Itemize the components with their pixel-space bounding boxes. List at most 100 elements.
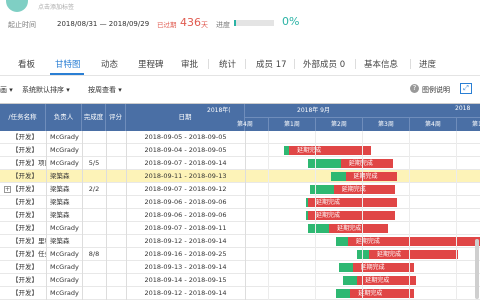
task-score xyxy=(106,287,126,300)
task-owner: McGrady xyxy=(50,133,79,141)
week-gridline xyxy=(409,131,410,300)
task-name: 【开发】里程 xyxy=(12,237,46,245)
task-name: 【开发】 xyxy=(12,198,38,206)
gantt-bar-label: 延期完成 xyxy=(353,173,378,180)
task-name: 【开发】 xyxy=(12,224,38,232)
task-score xyxy=(106,196,126,209)
task-score xyxy=(106,131,126,144)
task-score xyxy=(106,274,126,287)
task-row[interactable]: 【开发】 梁築森 2018-09-06 - 2018-09-06 延期完成 xyxy=(0,196,480,209)
sort-dropdown[interactable]: 系统默认排序 ▾ xyxy=(22,85,70,95)
progress-percent: 0% xyxy=(282,15,300,28)
column-header-score[interactable]: 评分 xyxy=(106,104,126,131)
task-score xyxy=(106,183,126,196)
task-completion xyxy=(82,196,106,209)
project-avatar[interactable] xyxy=(6,0,28,12)
tab-basic-info[interactable]: 基本信息 xyxy=(364,58,398,70)
task-completion xyxy=(82,235,106,248)
gantt-bar-label: 延期完成 xyxy=(315,199,340,206)
task-date-range: 2018-09-13 - 2018-09-14 xyxy=(144,263,227,271)
task-name: 【开发】 xyxy=(12,146,38,154)
tab-activity[interactable]: 动态 xyxy=(101,58,118,70)
expand-subtasks-icon[interactable]: + xyxy=(4,186,11,193)
gantt-bar-completed[interactable] xyxy=(336,237,348,246)
gantt-bar-completed[interactable] xyxy=(357,250,370,259)
task-date-range: 2018-09-05 - 2018-09-05 xyxy=(144,133,227,141)
task-completion xyxy=(82,261,106,274)
tab-milestones[interactable]: 里程碑 xyxy=(138,58,164,70)
task-row[interactable]: 【开发】 McGrady 2018-09-05 - 2018-09-05 xyxy=(0,131,480,144)
task-completion xyxy=(82,144,106,157)
tab-approval[interactable]: 审批 xyxy=(181,58,198,70)
column-divider xyxy=(126,131,127,300)
task-row[interactable]: 【开发】 梁築森 2018-09-11 - 2018-09-13 延期完成 xyxy=(0,170,480,183)
task-row[interactable]: 【开发】里程梁築森 2018-09-12 - 2018-09-14 延期完成 xyxy=(0,235,480,248)
tab-board[interactable]: 看板 xyxy=(18,58,35,70)
task-row[interactable]: 【开发】任务 McGrady 8/8 2018-09-16 - 2018-09-25 延… xyxy=(0,248,480,261)
gantt-bar-label: 延期完成 xyxy=(360,264,385,271)
column-header-completion[interactable]: 完成度 xyxy=(82,104,106,131)
timeline-week-label: 第4周 xyxy=(425,121,441,128)
timeline-week-label: 第3周 xyxy=(378,121,394,128)
timeline-week-label: 第1周 xyxy=(284,121,300,128)
column-header-task[interactable]: /任务名称 xyxy=(0,104,46,131)
help-icon[interactable]: ? xyxy=(410,84,419,93)
task-completion xyxy=(82,274,106,287)
task-date-range: 2018-09-16 - 2018-09-25 xyxy=(144,250,227,258)
task-row[interactable]: 【开发】 McGrady 2018-09-12 - 2018-09-14 延期完成 xyxy=(0,287,480,300)
tab-divider xyxy=(294,59,295,69)
task-row[interactable]: 【开发】 McGrady 2018-09-13 - 2018-09-14 延期完成 xyxy=(0,261,480,274)
tab-gantt[interactable]: 甘特图 xyxy=(55,58,81,70)
task-owner: McGrady xyxy=(50,276,79,284)
tab-progress[interactable]: 进度 xyxy=(419,58,436,70)
view-mode-dropdown[interactable]: 按周查看 ▾ xyxy=(88,85,122,95)
column-header-owner[interactable]: 负责人 xyxy=(46,104,82,131)
tab-external-members[interactable]: 外部成员 0 xyxy=(303,58,345,70)
task-date-range: 2018-09-07 - 2018-09-11 xyxy=(144,224,227,232)
gantt-bar-completed[interactable] xyxy=(310,185,334,194)
gantt-bar-completed[interactable] xyxy=(343,276,358,285)
gantt-bar-completed[interactable] xyxy=(338,263,353,272)
task-score xyxy=(106,235,126,248)
task-date-range: 2018-09-06 - 2018-09-06 xyxy=(144,211,227,219)
task-row[interactable]: 【开发】 梁築森 2018-09-06 - 2018-09-06 延期完成 xyxy=(0,209,480,222)
task-row[interactable]: 【开发】项目 McGrady 5/5 2018-09-07 - 2018-09-14 延… xyxy=(0,157,480,170)
tab-divider xyxy=(410,59,411,69)
tab-divider xyxy=(208,59,209,69)
task-owner: McGrady xyxy=(50,146,79,154)
tab-statistics[interactable]: 统计 xyxy=(219,58,236,70)
filter-dropdown[interactable]: 画 ▾ xyxy=(0,85,13,95)
task-score xyxy=(106,261,126,274)
task-completion xyxy=(82,209,106,222)
legend-link[interactable]: 图例说明 xyxy=(422,85,450,95)
project-tags[interactable]: 点击添加标签 xyxy=(38,2,74,11)
task-row[interactable]: 【开发】 McGrady 2018-09-07 - 2018-09-11 延期完成 xyxy=(0,222,480,235)
timeline-week-divider xyxy=(315,117,316,131)
expand-icon[interactable]: ⤢ xyxy=(460,83,472,94)
gantt-bar-completed[interactable] xyxy=(307,159,341,168)
date-range-value[interactable]: 2018/08/31 — 2018/09/29 xyxy=(57,20,149,28)
gantt-grid: /任务名称 负责人 完成度 评分 日期 2018年( 2018年 9月 2018… xyxy=(0,103,480,300)
task-owner: McGrady xyxy=(50,159,79,167)
gantt-bar-completed[interactable] xyxy=(336,289,351,298)
overdue-days: 436 xyxy=(180,16,201,29)
date-range-label: 起止时间 xyxy=(8,21,36,29)
gantt-timeline-header: 2018年( 2018年 9月 2018 第4周第1周第2周第3周第4周第1周第… xyxy=(207,104,480,131)
task-owner: McGrady xyxy=(50,263,79,271)
task-row[interactable]: 【开发】 McGrady 2018-09-04 - 2018-09-05 延期完成 xyxy=(0,144,480,157)
task-row[interactable]: + 【开发】 梁築森 2/2 2018-09-07 - 2018-09-12 延期完成 xyxy=(0,183,480,196)
gantt-bar-label: 延期完成 xyxy=(365,277,390,284)
vertical-scrollbar[interactable] xyxy=(475,239,479,299)
task-date-range: 2018-09-14 - 2018-09-15 xyxy=(144,276,227,284)
task-name: 【开发】 xyxy=(12,263,38,271)
task-completion xyxy=(82,170,106,183)
task-score xyxy=(106,170,126,183)
timeline-week-label: 第4周 xyxy=(237,121,253,128)
project-header: 点击添加标签 起止时间 2018/08/31 — 2018/09/29 已过期 … xyxy=(0,0,480,50)
tab-members[interactable]: 成员 17 xyxy=(256,58,287,70)
timeline-month-next: 2018 xyxy=(455,105,471,112)
gantt-bar-completed[interactable] xyxy=(307,224,330,233)
task-row[interactable]: 【开发】 McGrady 2018-09-14 - 2018-09-15 延期完成 xyxy=(0,274,480,287)
timeline-week-divider xyxy=(268,117,269,131)
gantt-bar-completed[interactable] xyxy=(331,172,346,181)
